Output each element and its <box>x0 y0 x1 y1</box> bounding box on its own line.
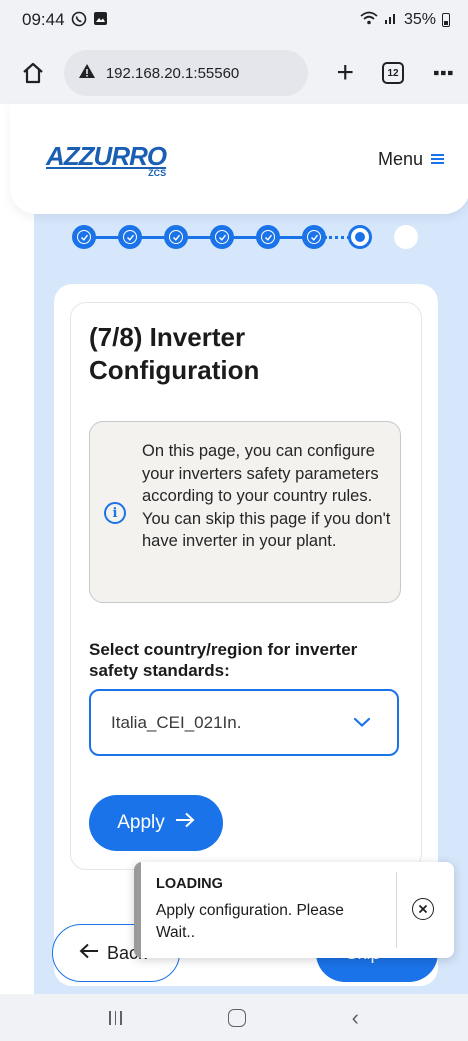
chevron-down-icon <box>353 713 371 733</box>
loading-toast: LOADING Apply configuration. Please Wait… <box>134 862 454 958</box>
home-nav-icon[interactable] <box>227 1008 246 1027</box>
info-box: i On this page, you can configure your i… <box>89 421 401 603</box>
more-icon[interactable]: ⋮ <box>429 61 456 85</box>
address-bar[interactable]: 192.168.20.1:55560 <box>63 50 309 96</box>
step-5 <box>256 225 280 249</box>
system-nav-bar: ‹ <box>0 994 468 1041</box>
logo-sub: ZCS <box>148 167 167 178</box>
check-icon <box>169 230 183 244</box>
check-icon <box>77 230 91 244</box>
step-6 <box>302 225 326 249</box>
step-4 <box>210 225 234 249</box>
page-title: (7/8) Inverter Configuration <box>89 322 260 385</box>
select-value: Italia_CEI_021In. <box>111 712 242 732</box>
toast-title: LOADING <box>156 876 223 892</box>
site-header: AZZURRO ZCS Menu <box>10 104 468 214</box>
web-content: AZZURRO ZCS Menu (7/8) Inverter Configur… <box>0 104 468 994</box>
screen: 09:44 35% 192.168.20.1:55560 + 12 ⋮ AZZU… <box>0 0 468 1041</box>
menu-button[interactable]: Menu <box>378 149 444 170</box>
warning-icon[interactable] <box>78 63 96 84</box>
arrow-left-icon <box>79 943 99 964</box>
toast-divider <box>396 872 397 948</box>
menu-label: Menu <box>377 148 423 169</box>
battery-percent: 35% <box>403 11 436 28</box>
recents-icon[interactable] <box>108 1010 122 1025</box>
toast-accent-bar <box>134 862 141 958</box>
check-icon <box>123 230 137 244</box>
apply-label: Apply <box>117 812 165 833</box>
gallery-icon <box>93 11 108 29</box>
status-right: 35% <box>360 11 450 30</box>
home-icon[interactable] <box>18 58 48 88</box>
step-7-current <box>348 225 372 249</box>
browser-toolbar: 192.168.20.1:55560 + 12 ⋮ <box>0 44 468 102</box>
wifi-icon <box>360 11 378 30</box>
step-3 <box>164 225 188 249</box>
status-bar: 09:44 35% <box>0 0 468 40</box>
whatsapp-icon <box>71 11 87 30</box>
back-nav-icon[interactable]: ‹ <box>352 1006 359 1029</box>
step-1 <box>72 225 96 249</box>
select-label: Select country/region for inverter safet… <box>89 640 358 680</box>
tabs-icon[interactable]: 12 <box>382 62 405 84</box>
status-left: 09:44 <box>22 10 108 30</box>
tab-count: 12 <box>387 67 399 79</box>
signal-icon <box>384 11 398 30</box>
plus-icon[interactable]: + <box>330 58 360 88</box>
url-text: 192.168.20.1:55560 <box>105 64 240 82</box>
arrow-right-icon <box>175 812 195 834</box>
progress-stepper <box>72 222 418 252</box>
info-text: On this page, you can configure your inv… <box>142 442 391 550</box>
check-icon <box>307 230 321 244</box>
battery-icon <box>442 13 450 27</box>
country-select[interactable]: Italia_CEI_021In. <box>89 689 399 756</box>
toast-message: Apply configuration. Please Wait.. <box>156 902 344 941</box>
inverter-config-panel: (7/8) Inverter Configuration i On this p… <box>70 302 422 870</box>
apply-button[interactable]: Apply <box>89 795 223 851</box>
menu-icon <box>431 154 444 164</box>
check-icon <box>215 230 229 244</box>
clock: 09:44 <box>22 10 65 29</box>
step-2 <box>118 225 142 249</box>
logo[interactable]: AZZURRO ZCS <box>46 141 167 178</box>
close-circle-icon[interactable] <box>412 898 434 920</box>
info-icon: i <box>104 502 126 524</box>
step-8 <box>394 225 418 249</box>
check-icon <box>261 230 275 244</box>
